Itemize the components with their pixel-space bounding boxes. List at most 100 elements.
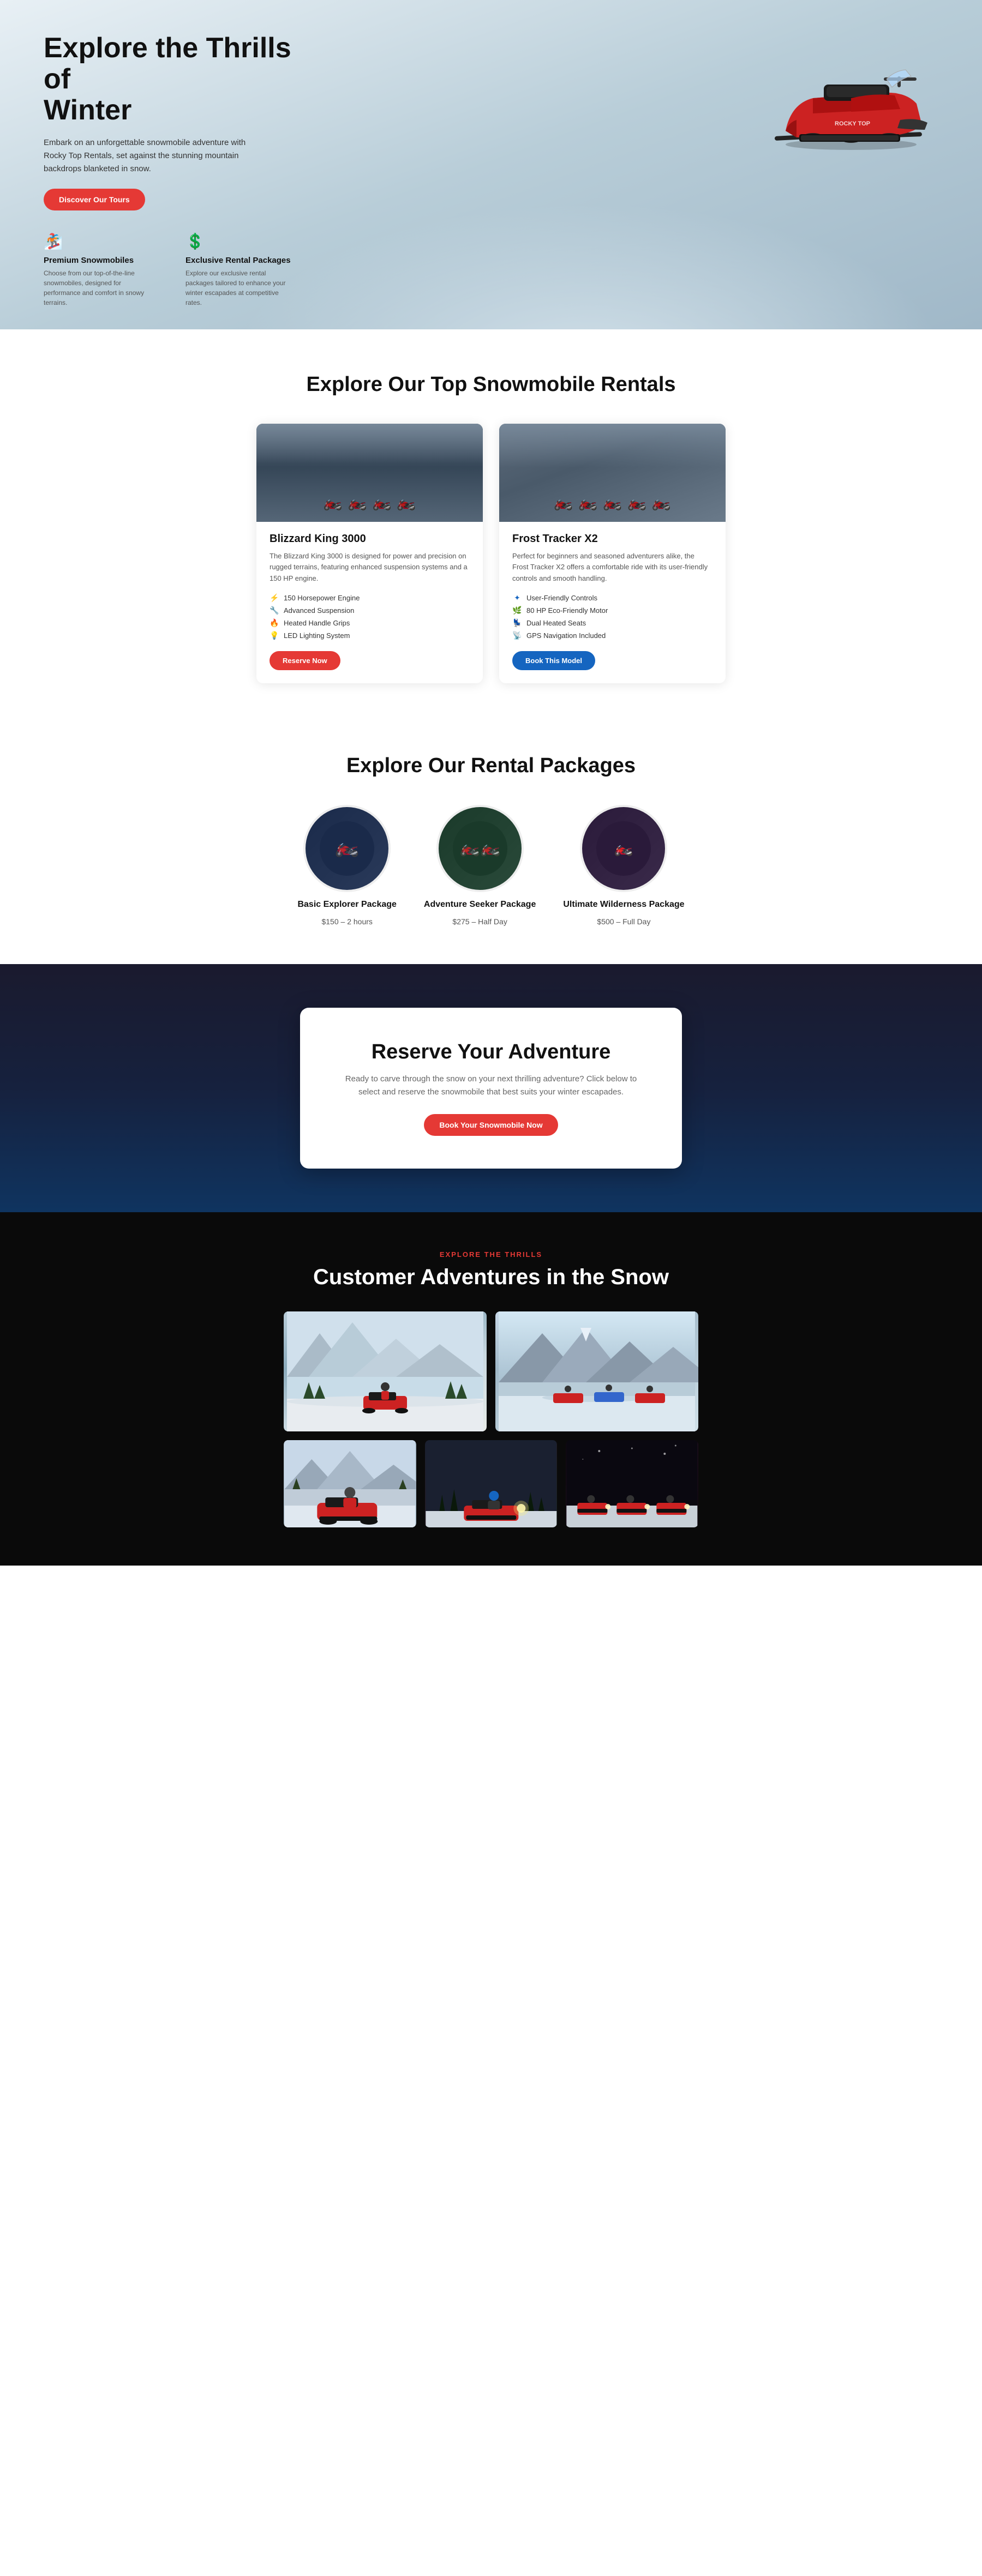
frost-person-1: 🏍️ [554,493,573,511]
hero-features: 🏂 Premium Snowmobiles Choose from our to… [44,232,316,308]
frost-features: ✦ User-Friendly Controls 🌿 80 HP Eco-Fri… [512,593,712,640]
discover-tours-button[interactable]: Discover Our Tours [44,189,145,210]
blizzard-mountain [256,424,483,467]
hero-subtitle: Embark on an unforgettable snowmobile ad… [44,136,251,176]
packages-title: Explore Our Rental Packages [44,754,938,778]
package-basic-name: Basic Explorer Package [297,900,396,910]
dual-seat-icon: 💺 [512,618,522,628]
hero-feature-snowmobiles: 🏂 Premium Snowmobiles Choose from our to… [44,232,153,308]
adv3-scene [284,1440,416,1527]
eco-icon: 🌿 [512,606,522,615]
adv1-scene [284,1311,487,1431]
blizzard-people: 🏍️ 🏍️ 🏍️ 🏍️ [324,493,416,511]
blizzard-features: ⚡ 150 Horsepower Engine 🔧 Advanced Suspe… [270,593,470,640]
packages-section: Explore Our Rental Packages 🏍️ Basic Exp… [0,716,982,964]
feature-desc-2: Explore our exclusive rental packages ta… [185,268,295,308]
packages-grid: 🏍️ Basic Explorer Package $150 – 2 hours… [44,805,938,926]
reserve-desc: Ready to carve through the snow on your … [344,1073,638,1099]
adv5-svg [566,1440,698,1527]
package-adventure-svg: 🏍️🏍️ [453,821,507,876]
package-adventure-name: Adventure Seeker Package [424,900,536,910]
blizzard-card-body: Blizzard King 3000 The Blizzard King 300… [256,522,483,670]
adventure-image-1 [284,1311,487,1431]
package-basic-price: $150 – 2 hours [321,917,372,926]
rentals-title: Explore Our Top Snowmobile Rentals [44,373,938,396]
dollar-icon: 💲 [185,232,295,250]
adventures-label: EXPLORE THE THRILLS [44,1250,938,1259]
svg-text:🏍️🏍️: 🏍️🏍️ [459,839,500,857]
package-adventure-price: $275 – Half Day [452,917,507,926]
adv2-svg [495,1311,698,1431]
suspension-icon: 🔧 [270,606,279,615]
frost-people: 🏍️ 🏍️ 🏍️ 🏍️ 🏍️ [554,493,670,511]
frost-feature-2: 💺 Dual Heated Seats [512,618,712,628]
package-adventure: 🏍️🏍️ Adventure Seeker Package $275 – Hal… [424,805,536,926]
led-icon: 💡 [270,631,279,640]
rental-card-frost: 🏍️ 🏍️ 🏍️ 🏍️ 🏍️ Frost Tracker X2 Perfect … [499,424,726,683]
package-wilderness-name: Ultimate Wilderness Package [563,900,684,910]
adventures-title: Customer Adventures in the Snow [44,1265,938,1290]
adv5-scene [566,1440,698,1527]
hero-section: Explore the Thrills of Winter Embark on … [0,0,982,329]
adv1-svg [284,1311,487,1431]
book-snowmobile-button[interactable]: Book Your Snowmobile Now [424,1114,558,1136]
package-basic-svg: 🏍️ [320,821,374,876]
frost-feature-1: 🌿 80 HP Eco-Friendly Motor [512,606,712,615]
snowmobile-svg: ROCKY TOP [742,33,938,153]
package-wilderness-image: 🏍️ [582,807,665,890]
adventure-image-5 [566,1440,698,1527]
frost-feature-0: ✦ User-Friendly Controls [512,593,712,603]
feature-title-1: Premium Snowmobiles [44,256,153,265]
frost-title: Frost Tracker X2 [512,533,712,545]
blizzard-feature-1: 🔧 Advanced Suspension [270,606,470,615]
blizzard-feature-3: 💡 LED Lighting System [270,631,470,640]
person-icon-1: 🏍️ [324,493,343,511]
frost-person-2: 🏍️ [578,493,597,511]
adventures-grid-top [284,1311,698,1431]
frost-card-image: 🏍️ 🏍️ 🏍️ 🏍️ 🏍️ [499,424,726,522]
feature-desc-1: Choose from our top-of-the-line snowmobi… [44,268,153,308]
heated-icon: 🔥 [270,618,279,628]
adventure-image-2 [495,1311,698,1431]
blizzard-feature-2: 🔥 Heated Handle Grips [270,618,470,628]
blizzard-feature-0: ⚡ 150 Horsepower Engine [270,593,470,603]
reserve-section: Reserve Your Adventure Ready to carve th… [0,964,982,1212]
person-icon-2: 🏍️ [348,493,367,511]
frost-person-3: 🏍️ [603,493,622,511]
package-basic: 🏍️ Basic Explorer Package $150 – 2 hours [297,805,396,926]
adv3-svg [284,1440,416,1527]
package-adventure-circle: 🏍️🏍️ [436,805,524,892]
frost-desc: Perfect for beginners and seasoned adven… [512,551,712,585]
controls-icon: ✦ [512,593,522,603]
frost-feature-3: 📡 GPS Navigation Included [512,631,712,640]
svg-text:🏍️: 🏍️ [335,835,360,857]
blizzard-desc: The Blizzard King 3000 is designed for p… [270,551,470,585]
snowmobile-image: ROCKY TOP [742,33,938,153]
hero-inner: Explore the Thrills of Winter Embark on … [44,33,938,308]
person-icon-3: 🏍️ [373,493,392,511]
hero-left: Explore the Thrills of Winter Embark on … [44,33,316,308]
adventure-image-4 [425,1440,558,1527]
package-wilderness-price: $500 – Full Day [597,917,650,926]
book-this-model-button[interactable]: Book This Model [512,651,595,670]
snowboarder-icon: 🏂 [44,232,153,250]
reserve-card: Reserve Your Adventure Ready to carve th… [300,1008,682,1169]
adv4-scene [425,1440,558,1527]
gps-icon: 📡 [512,631,522,640]
person-icon-4: 🏍️ [397,493,416,511]
adv2-scene [495,1311,698,1431]
adventures-grid-bottom [284,1440,698,1527]
package-wilderness: 🏍️ Ultimate Wilderness Package $500 – Fu… [563,805,684,926]
package-adventure-image: 🏍️🏍️ [439,807,522,890]
package-basic-circle: 🏍️ [303,805,391,892]
blizzard-card-image: 🏍️ 🏍️ 🏍️ 🏍️ [256,424,483,522]
adventures-section: EXPLORE THE THRILLS Customer Adventures … [0,1212,982,1566]
horsepower-icon: ⚡ [270,593,279,603]
hero-right: ROCKY TOP [316,33,938,153]
frost-person-4: 🏍️ [627,493,646,511]
rental-card-blizzard: 🏍️ 🏍️ 🏍️ 🏍️ Blizzard King 3000 The Blizz… [256,424,483,683]
frost-card-body: Frost Tracker X2 Perfect for beginners a… [499,522,726,670]
reserve-now-button[interactable]: Reserve Now [270,651,340,670]
package-wilderness-svg: 🏍️ [596,821,651,876]
package-wilderness-circle: 🏍️ [580,805,667,892]
